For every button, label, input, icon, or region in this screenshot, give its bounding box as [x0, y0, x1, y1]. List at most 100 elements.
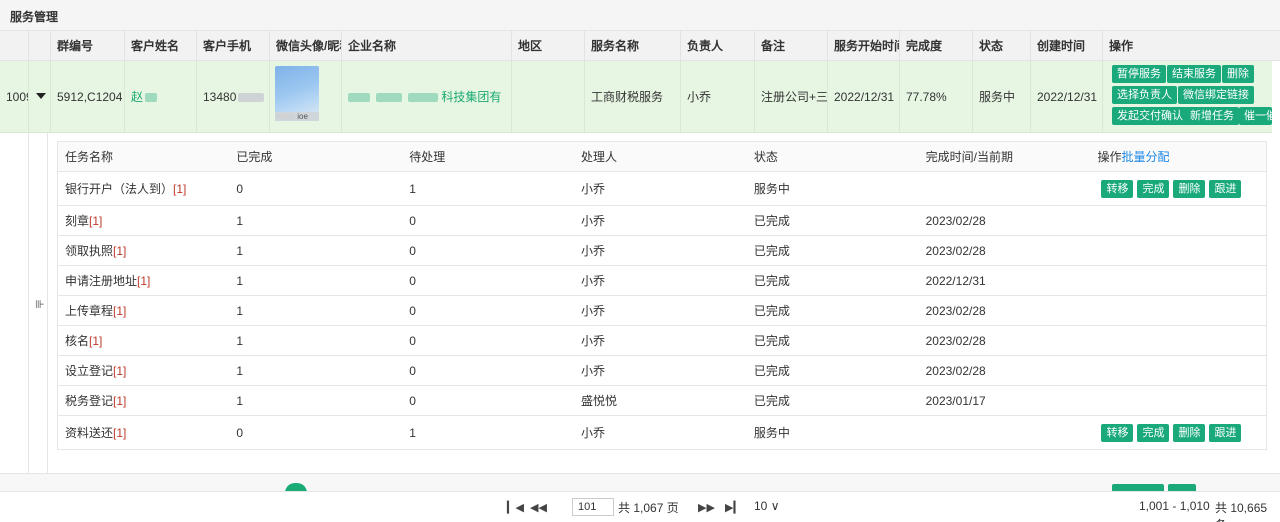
table-row: 领取执照[1] 1 0 小乔 已完成 2023/02/28	[57, 235, 1267, 266]
redacted-blur	[275, 114, 295, 120]
task-done: 1	[229, 355, 403, 386]
remind-button[interactable]: 催一催	[1239, 107, 1272, 125]
task-count[interactable]: [1]	[89, 334, 102, 348]
task-status: 已完成	[746, 385, 919, 416]
complete-button[interactable]: 完成	[1137, 423, 1170, 442]
collapse-icon[interactable]: ⊪	[35, 298, 45, 311]
select-owner-button[interactable]: 选择负责人	[1112, 86, 1177, 104]
customer-name-text[interactable]: 赵	[131, 90, 143, 104]
subheader-time: 完成时间/当前期	[918, 141, 1091, 172]
header-wechat-avatar[interactable]: 微信头像/昵称	[269, 31, 341, 61]
header-status[interactable]: 状态	[972, 31, 1030, 61]
batch-assign-link[interactable]: 批量分配	[1122, 150, 1170, 164]
task-count[interactable]: [1]	[113, 304, 126, 318]
end-service-button[interactable]: 结束服务	[1167, 65, 1221, 83]
task-count[interactable]: [1]	[137, 274, 150, 288]
row-customer-name[interactable]: 赵	[124, 61, 196, 133]
table-row: 设立登记[1] 1 0 小乔 已完成 2023/02/28	[57, 355, 1267, 386]
total-count-label: 共 10,665 条	[1215, 501, 1268, 522]
task-done: 1	[229, 265, 403, 296]
header-region[interactable]: 地区	[511, 31, 584, 61]
pause-service-button[interactable]: 暂停服务	[1112, 65, 1166, 83]
phone-text: 13480	[203, 90, 237, 104]
last-page-icon[interactable]: ▶▎	[725, 501, 742, 514]
next-page-icon[interactable]: ▶▶	[698, 501, 715, 514]
follow-up-button[interactable]: 跟进	[1209, 179, 1242, 198]
complete-button[interactable]: 完成	[1137, 179, 1170, 198]
table-row[interactable]: 1009 5912,C1204 赵 13480 科技集团有 工商财税服务 小乔 …	[0, 61, 1272, 133]
delete-button[interactable]: 删除	[1173, 179, 1206, 198]
task-handler: 小乔	[574, 265, 747, 296]
range-label: 1,001 - 1,010	[1139, 499, 1210, 513]
header-customer-name[interactable]: 客户姓名	[124, 31, 196, 61]
add-task-button[interactable]: 新增任务	[1185, 107, 1239, 125]
transfer-button[interactable]: 转移	[1101, 423, 1134, 442]
header-group-no[interactable]: 群编号	[50, 31, 124, 61]
delete-button[interactable]: 删除	[1173, 423, 1206, 442]
expand-arrow-icon[interactable]	[36, 93, 46, 99]
page-size-select[interactable]: 10 ∨	[754, 499, 780, 513]
row-company-name[interactable]: 科技集团有	[341, 61, 511, 133]
task-name-text: 核名	[65, 334, 90, 348]
subheader-handler: 处理人	[574, 141, 747, 172]
header-owner[interactable]: 负责人	[680, 31, 754, 61]
task-name: 银行开户（法人到）[1]	[57, 171, 230, 206]
subheader-done: 已完成	[229, 141, 403, 172]
header-start-time[interactable]: 服务开始时间	[827, 31, 899, 61]
wechat-bind-link-button[interactable]: 微信绑定链接	[1178, 86, 1254, 104]
row-progress: 77.78%	[899, 61, 972, 133]
task-count[interactable]: [1]	[113, 244, 126, 258]
first-page-icon[interactable]: ▎◀	[507, 501, 524, 514]
task-name: 刻章[1]	[57, 205, 230, 236]
page-size-value[interactable]: 10	[754, 499, 767, 513]
row-service-name: 工商财税服务	[584, 61, 680, 133]
task-count[interactable]: [1]	[113, 364, 126, 378]
row-id: 1009	[6, 90, 28, 104]
task-actions: 转移 完成 删除 跟进	[1090, 415, 1267, 450]
task-name-text: 刻章	[65, 214, 90, 228]
page-number-input[interactable]: 101	[572, 498, 614, 516]
task-pending: 0	[402, 205, 575, 236]
task-name-text: 设立登记	[65, 364, 114, 378]
avatar-caption: ioe	[275, 112, 319, 121]
transfer-button[interactable]: 转移	[1101, 179, 1134, 198]
header-progress[interactable]: 完成度	[899, 31, 972, 61]
task-name-text: 领取执照	[65, 244, 114, 258]
task-time: 2022/12/31	[918, 265, 1091, 296]
delete-service-button[interactable]: 删除	[1222, 65, 1254, 83]
header-remark[interactable]: 备注	[754, 31, 827, 61]
task-name: 设立登记[1]	[57, 355, 230, 386]
initiate-delivery-confirm-button[interactable]: 发起交付确认	[1112, 107, 1188, 125]
header-service-name[interactable]: 服务名称	[584, 31, 680, 61]
header-company-name[interactable]: 企业名称	[341, 31, 511, 61]
task-status: 已完成	[746, 235, 919, 266]
redacted-blur	[376, 93, 402, 103]
redacted-blur	[238, 93, 265, 103]
task-count[interactable]: [1]	[113, 394, 126, 408]
task-actions	[1090, 265, 1267, 296]
chevron-down-icon[interactable]: ∨	[771, 499, 780, 513]
table-row: 刻章[1] 1 0 小乔 已完成 2023/02/28	[57, 205, 1267, 236]
task-count[interactable]: [1]	[113, 426, 126, 440]
header-created[interactable]: 创建时间	[1030, 31, 1102, 61]
redacted-blur	[145, 93, 158, 103]
subheader-status: 状态	[746, 141, 919, 172]
task-actions	[1090, 385, 1267, 416]
task-name: 核名[1]	[57, 325, 230, 356]
task-status: 服务中	[746, 415, 919, 450]
task-count[interactable]: [1]	[89, 214, 102, 228]
follow-up-button[interactable]: 跟进	[1209, 423, 1242, 442]
task-handler: 小乔	[574, 325, 747, 356]
task-name: 领取执照[1]	[57, 235, 230, 266]
task-count[interactable]: [1]	[173, 182, 186, 196]
header-cell-expand	[28, 31, 50, 61]
task-handler: 小乔	[574, 235, 747, 266]
header-customer-phone[interactable]: 客户手机	[196, 31, 269, 61]
title-bar: 服务管理	[0, 0, 1280, 31]
company-suffix-text[interactable]: 科技集团有	[441, 90, 501, 104]
task-actions	[1090, 355, 1267, 386]
subtable-body: 银行开户（法人到）[1] 0 1 小乔 服务中 转移 完成 删除 跟进 刻章[1] 1 0 小乔 已完成 2…	[57, 171, 1267, 450]
row-status: 服务中	[972, 61, 1030, 133]
task-name-text: 资料送还	[65, 426, 114, 440]
prev-page-icon[interactable]: ◀◀	[530, 501, 547, 514]
